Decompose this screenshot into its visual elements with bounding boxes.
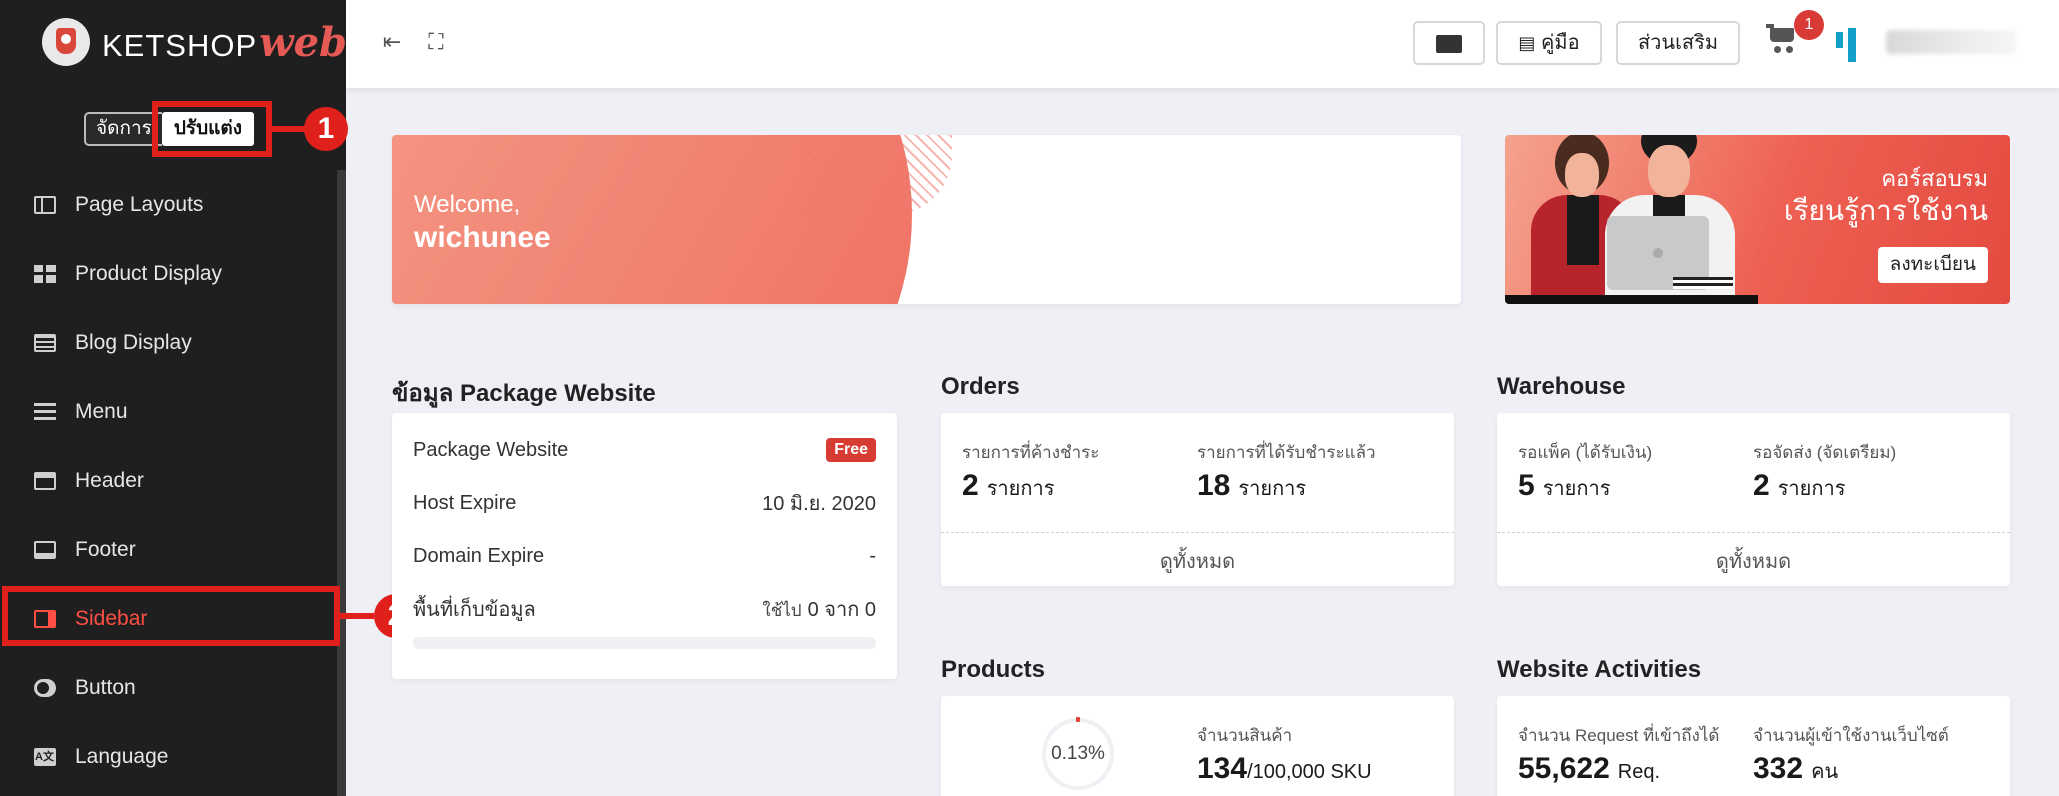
orders-card: รายการที่ค้างชำระ 2 รายการ รายการที่ได้รั… xyxy=(941,413,1454,586)
warehouse-pack-count: 5 รายการ xyxy=(1518,469,1611,502)
sidebar-item-language[interactable]: Language xyxy=(0,722,337,791)
sidebar-item-header[interactable]: Header xyxy=(0,446,337,515)
course-banner[interactable]: คอร์สอบรม เรียนรู้การใช้งาน ลงทะเบียน xyxy=(1505,135,2010,304)
sidebar-item-label: Product Display xyxy=(75,261,223,285)
requests-count: 55,622 Req. xyxy=(1518,752,1661,785)
activities-title: Website Activities xyxy=(1497,656,1702,683)
sidebar-item-product-display[interactable]: Product Display xyxy=(0,239,337,308)
manual-label: คู่มือ xyxy=(1541,32,1580,54)
fullscreen-icon[interactable]: ⛶ xyxy=(424,30,448,54)
sidebar-item-label: Header xyxy=(75,468,144,492)
sidebar-item-label: Menu xyxy=(75,399,128,423)
book-icon: ▤ xyxy=(1518,33,1536,53)
products-count: 134/100,000 SKU xyxy=(1197,752,1372,785)
language-icon xyxy=(34,747,56,766)
header-icon xyxy=(34,471,56,490)
footer-icon xyxy=(34,540,56,559)
brand-logo[interactable]: KETSHOP web xyxy=(42,18,347,66)
sidebar-item-footer[interactable]: Footer xyxy=(0,515,337,584)
products-title: Products xyxy=(941,656,1046,683)
grid-icon xyxy=(34,264,56,283)
activities-card: จำนวน Request ที่เข้าถึงได้ 55,622 Req. จ… xyxy=(1497,696,2010,796)
sidebar-item-button[interactable]: Button xyxy=(0,653,337,722)
plan-badge: Free xyxy=(826,438,876,462)
sidebar-item-blog-display[interactable]: Blog Display xyxy=(0,308,337,377)
sidebar-scrollbar[interactable] xyxy=(337,170,346,796)
products-card: 0.13% จำนวนสินค้า 134/100,000 SKU xyxy=(941,696,1454,796)
visitors-count: 332 คน xyxy=(1753,752,1839,785)
blog-list-icon xyxy=(34,333,56,352)
warehouse-ship-count: 2 รายการ xyxy=(1753,469,1846,502)
host-expire-row: Host Expire 10 มิ.ย. 2020 xyxy=(413,491,876,516)
warehouse-title: Warehouse xyxy=(1497,373,1626,400)
sidebar-item-label: Footer xyxy=(75,537,136,561)
sidebar-item-label: Button xyxy=(75,675,136,699)
storage-progress-bar xyxy=(413,637,876,649)
annotation-marker-1: 1 xyxy=(304,107,348,151)
toggle-icon xyxy=(34,678,56,697)
user-name-blurred[interactable] xyxy=(1886,30,2016,54)
sidebar-item-label: Page Layouts xyxy=(75,192,204,216)
annotation-box-2 xyxy=(2,586,340,646)
storage-row: พื้นที่เก็บข้อมูล ใช้ไป 0 จาก 0 xyxy=(413,599,876,621)
cart-count-badge: 1 xyxy=(1794,10,1824,40)
annotation-connector-2 xyxy=(340,613,374,619)
package-title: ข้อมูล Package Website xyxy=(392,380,656,407)
sidebar-item-label: Language xyxy=(75,744,169,768)
orders-paid-count: 18 รายการ xyxy=(1197,469,1307,502)
products-usage-ring: 0.13% xyxy=(1042,718,1114,790)
welcome-banner: Welcome, wichunee xyxy=(392,135,1461,304)
package-row: Package Website Free xyxy=(413,435,876,465)
register-button[interactable]: ลงทะเบียน xyxy=(1877,247,1988,283)
translate-icon xyxy=(1436,34,1462,53)
sidebar-item-label: Blog Display xyxy=(75,330,192,354)
orders-title: Orders xyxy=(941,373,1020,400)
brand-name: KETSHOP xyxy=(102,27,258,63)
mode-manage-button[interactable]: จัดการ xyxy=(84,112,162,146)
user-logo-icon[interactable] xyxy=(1836,28,1874,62)
manual-button[interactable]: ▤ คู่มือ xyxy=(1496,21,1602,65)
menu-icon xyxy=(34,402,56,421)
cart-icon[interactable] xyxy=(1766,24,1798,54)
welcome-greeting: Welcome, xyxy=(414,191,521,218)
addons-button[interactable]: ส่วนเสริม xyxy=(1616,21,1740,65)
sidebar-item-page-layouts[interactable]: Page Layouts xyxy=(0,170,337,239)
page-layout-icon xyxy=(34,195,56,214)
sidebar-item-menu[interactable]: Menu xyxy=(0,377,337,446)
orders-pending-count: 2 รายการ xyxy=(962,469,1055,502)
warehouse-view-all-link[interactable]: ดูทั้งหมด xyxy=(1497,545,2010,577)
welcome-username: wichunee xyxy=(414,221,551,254)
course-subtitle: เรียนรู้การใช้งาน xyxy=(1783,195,1988,226)
annotation-box-1 xyxy=(152,101,272,157)
annotation-connector-1 xyxy=(272,126,306,132)
domain-expire-row: Domain Expire - xyxy=(413,544,876,567)
collapse-sidebar-icon[interactable]: ⇤ xyxy=(380,30,404,54)
orders-view-all-link[interactable]: ดูทั้งหมด xyxy=(941,545,1454,577)
brand-suffix: web xyxy=(259,18,348,66)
package-card: Package Website Free Host Expire 10 มิ.ย… xyxy=(392,413,897,679)
translate-button[interactable] xyxy=(1413,21,1485,65)
brand-mark-icon xyxy=(42,18,90,66)
warehouse-card: รอแพ็ค (ได้รับเงิน) 5 รายการ รอจัดส่ง (จั… xyxy=(1497,413,2010,586)
sidebar-nav: Page Layouts Product Display Blog Displa… xyxy=(0,170,337,791)
